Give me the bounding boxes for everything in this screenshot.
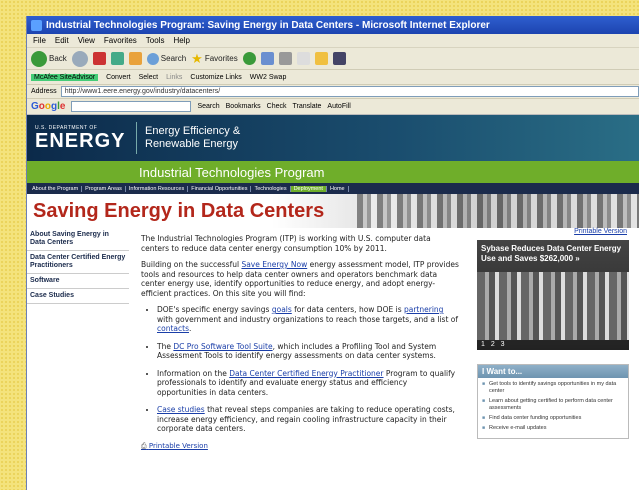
google-check[interactable]: Check <box>267 103 287 110</box>
main-article: The Industrial Technologies Program (ITP… <box>129 228 469 451</box>
feature-title[interactable]: Sybase Reduces Data Center Energy Use an… <box>477 240 629 268</box>
menu-bar: File Edit View Favorites Tools Help <box>27 34 639 48</box>
i-want-to-list: Get tools to identify savings opportunit… <box>478 378 628 438</box>
dc-pro-link[interactable]: DC Pro Software Tool Suite <box>173 342 272 351</box>
certified-practitioner-link[interactable]: Data Center Certified Energy Practitione… <box>229 369 383 378</box>
resources-list: DOE's specific energy savings goals for … <box>157 305 459 434</box>
list-item[interactable]: Get tools to identify savings opportunit… <box>482 381 624 395</box>
leftnav-about[interactable]: About Saving Energy in Data Centers <box>27 228 129 251</box>
back-arrow-icon <box>31 50 47 67</box>
customize-links[interactable]: Customize Links <box>190 74 241 81</box>
top-nav: About the Program Program Areas Informat… <box>27 183 639 194</box>
nav-about[interactable]: About the Program <box>29 185 83 192</box>
folder-icon[interactable] <box>314 52 328 65</box>
window-title: Industrial Technologies Program: Saving … <box>46 19 490 31</box>
feature-image <box>477 272 629 340</box>
print-icon[interactable] <box>278 52 292 65</box>
favorites-button[interactable]: ★ Favorites <box>191 51 238 67</box>
google-search-input[interactable] <box>71 101 192 112</box>
list-item: The DC Pro Software Tool Suite, which in… <box>157 342 459 361</box>
goals-link[interactable]: goals <box>272 305 292 314</box>
doe-logo[interactable]: U.S. DEPARTMENT OF ENERGY <box>27 122 137 154</box>
menu-help[interactable]: Help <box>173 36 189 45</box>
nav-deployment[interactable]: Deployment <box>290 185 327 192</box>
star-icon: ★ <box>191 50 203 66</box>
home-icon[interactable] <box>128 52 142 65</box>
address-input[interactable]: http://www1.eere.energy.gov/industry/dat… <box>60 86 639 97</box>
server-racks-image <box>357 194 639 228</box>
nav-home[interactable]: Home <box>327 185 349 192</box>
google-bookmarks[interactable]: Bookmarks <box>226 103 261 110</box>
page-content: About Saving Energy in Data Centers Data… <box>27 228 639 451</box>
menu-file[interactable]: File <box>33 36 46 45</box>
partnering-link[interactable]: partnering <box>404 305 443 314</box>
search-icon <box>146 52 159 65</box>
printer-icon: ⎙ <box>141 441 147 450</box>
google-search-button[interactable]: Search <box>197 103 219 110</box>
feature-box[interactable]: Sybase Reduces Data Center Energy Use an… <box>477 240 629 350</box>
printable-version-top[interactable]: Printable Version <box>477 228 629 240</box>
printable-version-bottom[interactable]: ⎙ Printable Version <box>141 442 459 452</box>
leftnav-certified[interactable]: Data Center Certified Energy Practitione… <box>27 251 129 274</box>
leftnav-case-studies[interactable]: Case Studies <box>27 289 129 304</box>
menu-edit[interactable]: Edit <box>55 36 69 45</box>
list-item[interactable]: Learn about getting certified to perform… <box>482 398 624 412</box>
google-autofill[interactable]: AutoFill <box>327 103 350 110</box>
eere-title[interactable]: Energy Efficiency & Renewable Energy <box>137 125 240 151</box>
contacts-link[interactable]: contacts <box>157 324 189 333</box>
select-button[interactable]: Select <box>139 74 158 81</box>
menu-view[interactable]: View <box>78 36 95 45</box>
stop-icon[interactable] <box>92 52 106 65</box>
case-studies-link[interactable]: Case studies <box>157 405 205 414</box>
address-bar: Address http://www1.eere.energy.gov/indu… <box>27 85 639 99</box>
list-item: Case studies that reveal steps companies… <box>157 405 459 434</box>
list-item[interactable]: Receive e-mail updates <box>482 425 624 432</box>
google-toolbar: Google Search Bookmarks Check Translate … <box>27 99 639 115</box>
page-hero: Saving Energy in Data Centers <box>27 194 639 228</box>
standard-toolbar: Back Search ★ Favorites <box>27 48 639 70</box>
nav-info-resources[interactable]: Information Resources <box>126 185 189 192</box>
page-title: Saving Energy in Data Centers <box>33 200 325 222</box>
nav-financial[interactable]: Financial Opportunities <box>188 185 252 192</box>
refresh-icon[interactable] <box>110 52 124 65</box>
leftnav-software[interactable]: Software <box>27 274 129 289</box>
links-toolbar: McAfee SiteAdvisor Convert Select Links … <box>27 70 639 85</box>
program-title[interactable]: Industrial Technologies Program <box>139 165 324 180</box>
nav-program-areas[interactable]: Program Areas <box>82 185 126 192</box>
mail-icon[interactable] <box>260 52 274 65</box>
forward-arrow-icon[interactable] <box>71 50 88 67</box>
wwz-link[interactable]: WW2 Swap <box>250 74 287 81</box>
list-item: DOE's specific energy savings goals for … <box>157 305 459 334</box>
edit-icon[interactable] <box>296 52 310 65</box>
list-item[interactable]: Find data center funding opportunities <box>482 415 624 422</box>
history-icon[interactable] <box>242 52 256 65</box>
back-button[interactable]: Back <box>31 50 67 67</box>
search-button[interactable]: Search <box>146 52 186 65</box>
google-translate[interactable]: Translate <box>293 103 322 110</box>
save-energy-now-link[interactable]: Save Energy Now <box>241 260 307 269</box>
list-item: Information on the Data Center Certified… <box>157 369 459 398</box>
nav-technologies[interactable]: Technologies <box>251 185 291 192</box>
convert-button[interactable]: Convert <box>106 74 131 81</box>
address-label: Address <box>31 88 57 95</box>
window-titlebar: Industrial Technologies Program: Saving … <box>27 16 639 34</box>
menu-favorites[interactable]: Favorites <box>104 36 137 45</box>
i-want-to-box: I Want to... Get tools to identify savin… <box>477 364 629 439</box>
messenger-icon[interactable] <box>332 52 346 65</box>
google-logo: Google <box>31 101 66 112</box>
feature-pager[interactable]: 1 2 3 <box>481 341 507 348</box>
left-nav: About Saving Energy in Data Centers Data… <box>27 228 129 451</box>
mcafee-button[interactable]: McAfee SiteAdvisor <box>31 73 99 81</box>
doe-header: U.S. DEPARTMENT OF ENERGY Energy Efficie… <box>27 115 639 161</box>
browser-window: Industrial Technologies Program: Saving … <box>26 16 639 490</box>
ie-icon <box>31 19 42 31</box>
i-want-to-heading: I Want to... <box>478 365 628 378</box>
links-label: Links <box>166 73 183 81</box>
program-banner: Industrial Technologies Program <box>27 161 639 183</box>
building-paragraph: Building on the successful Save Energy N… <box>141 260 459 298</box>
menu-tools[interactable]: Tools <box>146 36 165 45</box>
right-sidebar: Printable Version Sybase Reduces Data Ce… <box>469 228 629 451</box>
intro-paragraph: The Industrial Technologies Program (ITP… <box>141 234 431 253</box>
